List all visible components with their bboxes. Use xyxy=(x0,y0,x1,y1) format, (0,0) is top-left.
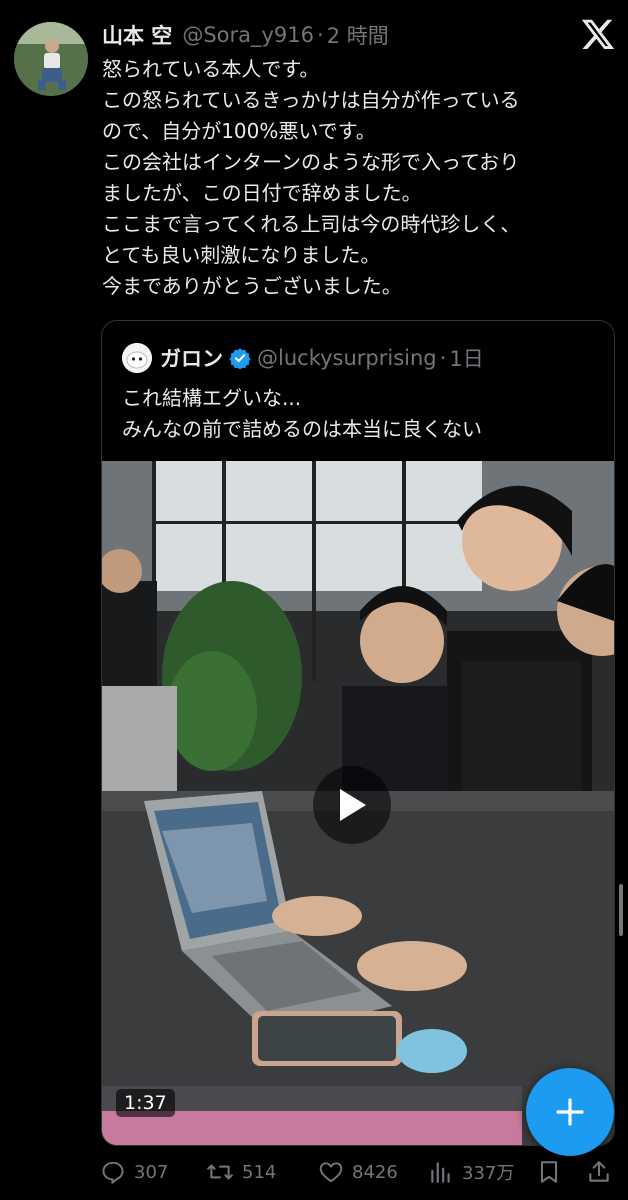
compose-button[interactable] xyxy=(526,1068,614,1156)
tweet-timestamp[interactable]: 2 時間 xyxy=(327,20,389,50)
tweet-text-line: 今までありがとうございました。 xyxy=(102,274,402,298)
tweet-text-line: この会社はインターンのような形で入っており xyxy=(102,150,520,174)
view-count: 337万 xyxy=(462,1163,515,1184)
author-avatar[interactable] xyxy=(14,22,88,96)
share-button[interactable] xyxy=(586,1152,620,1192)
like-button[interactable]: 8426 xyxy=(318,1152,398,1192)
quoted-author-name[interactable]: ガロン xyxy=(160,343,223,373)
avatar-photo xyxy=(14,22,88,96)
separator-dot: · xyxy=(439,346,447,370)
reply-count: 307 xyxy=(134,1161,169,1183)
tweet-text-line: とても良い刺激になりました。 xyxy=(102,243,381,267)
bookmark-button[interactable] xyxy=(536,1152,570,1192)
quoted-text-line: みんなの前で詰めるのは本当に良くない xyxy=(122,417,482,441)
bookmark-icon xyxy=(540,1161,558,1183)
reply-button[interactable]: 307 xyxy=(100,1152,168,1192)
separator-dot: · xyxy=(317,23,324,47)
tweet-text-line: ので、自分が100%悪いです。 xyxy=(102,119,376,143)
plus-icon xyxy=(556,1098,584,1126)
tweet-text-line: ましたが、この日付で辞めました。 xyxy=(102,181,422,205)
quoted-text-line: これ結構エグいな... xyxy=(122,386,302,410)
author-name[interactable]: 山本 空 xyxy=(102,20,172,50)
tweet-header: 山本 空 @Sora_y916 · 2 時間 xyxy=(102,18,389,52)
repost-button[interactable]: 514 xyxy=(206,1152,276,1192)
repost-icon xyxy=(207,1164,233,1180)
views-icon xyxy=(431,1162,450,1183)
quoted-author-avatar[interactable] xyxy=(122,343,152,373)
tweet-text: 怒られている本人です。 この怒られているきっかけは自分が作っている ので、自分が… xyxy=(102,54,607,302)
reply-icon xyxy=(102,1161,124,1184)
repost-count: 514 xyxy=(242,1161,277,1183)
scrollbar-thumb[interactable] xyxy=(619,884,623,936)
tweet-text-line: 怒られている本人です。 xyxy=(102,57,320,81)
like-count: 8426 xyxy=(352,1161,398,1183)
quoted-tweet-timestamp[interactable]: 1日 xyxy=(449,343,483,373)
tweet-action-bar: 307 514 8426 337万 xyxy=(100,1152,620,1192)
play-button[interactable] xyxy=(313,766,391,844)
x-logo-icon[interactable] xyxy=(580,16,616,52)
author-handle[interactable]: @Sora_y916 xyxy=(182,23,314,47)
tweet-text-line: この怒られているきっかけは自分が作っている xyxy=(102,88,520,112)
quoted-author-handle[interactable]: @luckysurprising xyxy=(257,346,437,370)
video-player[interactable]: 1:37 xyxy=(102,461,614,1145)
video-duration: 1:37 xyxy=(116,1089,175,1117)
verified-badge-icon xyxy=(229,348,251,369)
views-button[interactable]: 337万 xyxy=(428,1152,514,1192)
quoted-tweet-text: これ結構エグいな... みんなの前で詰めるのは本当に良くない xyxy=(122,383,602,445)
play-icon xyxy=(340,789,366,821)
tweet-text-line: ここまで言ってくれる上司は今の時代珍しく、 xyxy=(102,212,521,236)
share-icon xyxy=(589,1161,609,1182)
quoted-tweet-card[interactable]: ガロン @luckysurprising · 1日 これ結構エグいな... みん… xyxy=(101,320,615,1146)
quoted-tweet-header: ガロン @luckysurprising · 1日 xyxy=(122,341,484,375)
heart-icon xyxy=(319,1162,343,1183)
